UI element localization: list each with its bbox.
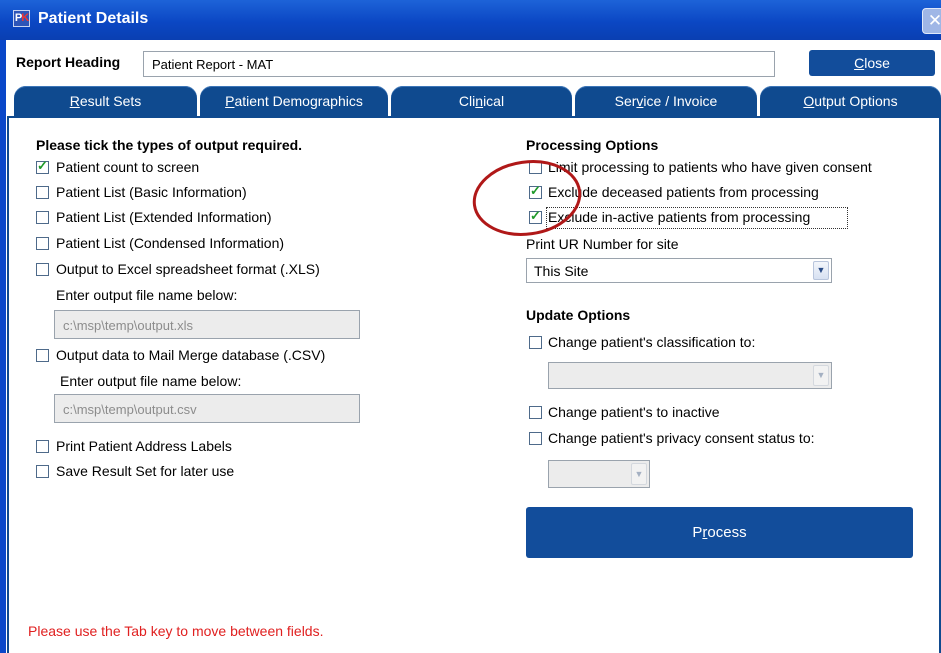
tab-label: utput Options bbox=[814, 93, 898, 109]
chevron-down-icon: ▼ bbox=[631, 463, 647, 485]
excel-output-label: Output to Excel spreadsheet format (.XLS… bbox=[56, 261, 320, 277]
patient-count-label: Patient count to screen bbox=[56, 159, 200, 175]
csv-filename-input[interactable]: c:\msp\temp\output.csv bbox=[54, 394, 360, 423]
ur-site-value: This Site bbox=[534, 263, 589, 279]
process-label: P bbox=[692, 524, 703, 541]
pk-app-icon: PK bbox=[13, 10, 30, 27]
address-labels-label: Print Patient Address Labels bbox=[56, 438, 232, 454]
process-button[interactable]: Process bbox=[526, 507, 913, 558]
change-privacy-label: Change patient's privacy consent status … bbox=[548, 430, 815, 446]
window-close-icon[interactable]: ✕ bbox=[922, 8, 941, 34]
xls-filename-input[interactable]: c:\msp\temp\output.xls bbox=[54, 310, 360, 339]
tab-mnemonic: n bbox=[475, 93, 484, 109]
report-heading-label: Report Heading bbox=[16, 54, 121, 70]
patient-list-condensed-label: Patient List (Condensed Information) bbox=[56, 235, 285, 251]
update-heading: Update Options bbox=[526, 307, 631, 323]
process-label: ocess bbox=[707, 524, 747, 541]
change-inactive-label: Change patient's to inactive bbox=[548, 404, 720, 420]
patient-list-extended-label: Patient List (Extended Information) bbox=[56, 209, 272, 225]
classification-select[interactable]: ▼ bbox=[548, 362, 832, 389]
report-heading-input[interactable]: Patient Report - MAT bbox=[143, 51, 775, 77]
patient-list-basic-checkbox[interactable] bbox=[36, 186, 49, 199]
patient-list-extended-checkbox[interactable] bbox=[36, 211, 49, 224]
limit-consent-label: Limit processing to patients who have gi… bbox=[548, 159, 872, 175]
tab-label: ical bbox=[483, 93, 505, 109]
tab-label: ice / Invoice bbox=[643, 93, 718, 109]
window-title: Patient Details bbox=[38, 10, 149, 27]
change-classification-label: Change patient's classification to: bbox=[548, 334, 756, 350]
change-classification-checkbox[interactable] bbox=[529, 336, 542, 349]
xls-filename-prompt: Enter output file name below: bbox=[56, 287, 238, 303]
excel-output-checkbox[interactable] bbox=[36, 263, 49, 276]
output-heading: Please tick the types of output required… bbox=[36, 137, 303, 153]
window-border bbox=[0, 40, 6, 653]
tab-result-sets[interactable]: Result Sets bbox=[14, 86, 197, 117]
close-mnemonic: C bbox=[854, 55, 865, 71]
tab-key-hint: Please use the Tab key to move between f… bbox=[28, 623, 324, 639]
tab-clinical[interactable]: Clinical bbox=[391, 86, 572, 117]
chevron-down-icon: ▼ bbox=[813, 365, 829, 386]
tab-output-options[interactable]: Output Options bbox=[760, 86, 941, 117]
chevron-down-icon: ▼ bbox=[813, 261, 829, 280]
patient-list-basic-label: Patient List (Basic Information) bbox=[56, 184, 247, 200]
annotation-circle bbox=[472, 160, 582, 236]
tab-mnemonic: R bbox=[69, 93, 80, 109]
privacy-status-select[interactable]: ▼ bbox=[548, 460, 650, 488]
csv-output-label: Output data to Mail Merge database (.CSV… bbox=[56, 347, 326, 363]
tab-label: atient Demographics bbox=[234, 93, 363, 109]
change-inactive-checkbox[interactable] bbox=[529, 406, 542, 419]
close-button-label: lose bbox=[864, 55, 890, 71]
save-result-set-label: Save Result Set for later use bbox=[56, 463, 235, 479]
address-labels-checkbox[interactable] bbox=[36, 440, 49, 453]
tab-mnemonic: O bbox=[803, 93, 815, 109]
csv-output-checkbox[interactable] bbox=[36, 349, 49, 362]
save-result-set-checkbox[interactable] bbox=[36, 465, 49, 478]
tab-label: Ser bbox=[614, 93, 637, 109]
close-button[interactable]: Close bbox=[809, 50, 935, 76]
tab-strip: Result Sets Patient Demographics Clinica… bbox=[7, 86, 941, 119]
tab-label: esult Sets bbox=[79, 93, 142, 109]
patient-count-checkbox[interactable] bbox=[36, 158, 49, 174]
tab-patient-demographics[interactable]: Patient Demographics bbox=[200, 86, 388, 117]
ur-site-select[interactable]: This Site ▼ bbox=[526, 258, 832, 283]
change-privacy-checkbox[interactable] bbox=[529, 432, 542, 445]
tab-label: Cli bbox=[458, 93, 476, 109]
patient-list-condensed-checkbox[interactable] bbox=[36, 237, 49, 250]
tab-service-invoice[interactable]: Service / Invoice bbox=[575, 86, 757, 117]
csv-filename-prompt: Enter output file name below: bbox=[60, 373, 242, 389]
